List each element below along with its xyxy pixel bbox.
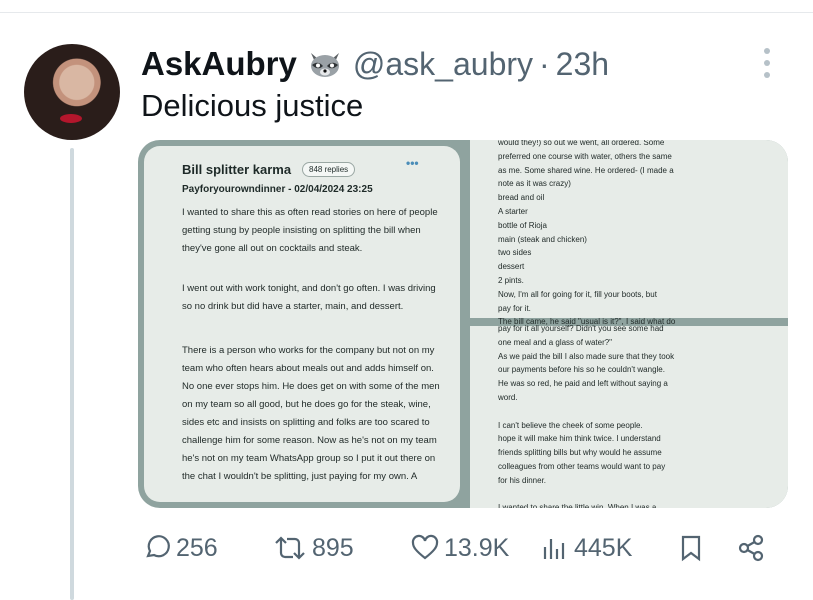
repost-button[interactable]: 895 xyxy=(272,526,354,570)
text-line: main (steak and chicken) xyxy=(498,234,587,244)
text-line: As we paid the bill I also made sure tha… xyxy=(498,351,675,361)
text-line: dessert xyxy=(498,262,525,272)
separator: · xyxy=(539,45,550,82)
text-line: our payments before his so he couldn't w… xyxy=(498,365,665,375)
handle[interactable]: @ask_aubry xyxy=(353,46,533,83)
more-options-icon[interactable] xyxy=(760,48,774,78)
views-icon xyxy=(543,539,565,559)
text-line xyxy=(498,488,768,502)
views-button[interactable]: 445K xyxy=(540,526,632,570)
like-button[interactable]: 13.9K xyxy=(410,526,509,570)
post-continuation: pay for it all yourself? Didn't you see … xyxy=(498,322,768,508)
text-line: bread and oil xyxy=(498,193,545,203)
bookmark-button[interactable] xyxy=(676,526,706,570)
text-line: Now, I'm all for going for it, fill your… xyxy=(498,289,657,299)
post-paragraph: I wanted to share this as often read sto… xyxy=(182,207,438,254)
text-line: as me. Some shared wine. He ordered- (I … xyxy=(498,165,674,175)
top-divider xyxy=(0,12,813,13)
reply-button[interactable]: 256 xyxy=(142,526,218,570)
text-line: A starter xyxy=(498,206,528,216)
text-line: pay for it all yourself? Didn't you see … xyxy=(498,324,664,333)
repost-icon xyxy=(275,536,305,560)
text-line: note as it was crazy) xyxy=(498,179,571,189)
text-line: friends splitting bills but why would he… xyxy=(498,448,662,458)
text-line: I wanted to share the little win. When I… xyxy=(498,503,657,508)
tweet-media[interactable]: Bill splitter karma 848 replies ••• Payf… xyxy=(138,140,788,508)
tweet-text: Delicious justice xyxy=(141,88,364,123)
text-line: two sides xyxy=(498,248,532,258)
like-count: 13.9K xyxy=(444,533,510,562)
reply-count: 256 xyxy=(176,533,218,562)
repost-count: 895 xyxy=(312,533,354,562)
text-line: I can't believe the cheek of some people… xyxy=(498,420,643,430)
text-line: would they!) so out we went, all ordered… xyxy=(498,140,665,147)
text-line xyxy=(498,405,768,419)
timestamp[interactable]: 23h xyxy=(556,46,609,83)
text-line: for his dinner. xyxy=(498,475,547,485)
bookmark-icon xyxy=(681,535,701,562)
tweet-header: AskAubry @ask_aubry · 23h xyxy=(141,44,609,84)
screenshot-card-right-top: would they!) so out we went, all ordered… xyxy=(470,140,788,326)
text-line: one meal and a glass of water?" xyxy=(498,337,613,347)
text-line: 2 pints. xyxy=(498,275,524,285)
display-name[interactable]: AskAubry xyxy=(141,45,297,83)
text-line: word. xyxy=(498,392,518,402)
screenshot-card-left: Bill splitter karma 848 replies ••• Payf… xyxy=(144,146,460,502)
reply-icon xyxy=(146,535,170,558)
text-line: pay for it. xyxy=(498,303,531,313)
post-meta: Payforyourowndinner - 02/04/2024 23:25 xyxy=(182,184,373,195)
post-continuation: would they!) so out we went, all ordered… xyxy=(498,140,768,329)
post-paragraph: I went out with work tonight, and don't … xyxy=(182,283,436,312)
action-bar: 256 895 13.9K 445K xyxy=(0,526,813,570)
post-paragraph: There is a person who works for the comp… xyxy=(182,345,440,482)
share-button[interactable] xyxy=(736,526,766,570)
text-line: colleagues from other teams would want t… xyxy=(498,461,666,471)
post-title: Bill splitter karma xyxy=(182,162,292,177)
heart-icon xyxy=(411,534,439,560)
raccoon-icon xyxy=(307,49,343,79)
text-line: He was so red, he paid and left without … xyxy=(498,379,668,389)
screenshot-card-right-bottom: pay for it all yourself? Didn't you see … xyxy=(470,324,788,508)
replies-badge: 848 replies xyxy=(302,162,356,177)
text-line: preferred one course with water, others … xyxy=(498,151,672,161)
avatar[interactable] xyxy=(24,44,120,140)
text-line: hope it will make him think twice. I und… xyxy=(498,434,661,444)
card-more-icon: ••• xyxy=(406,156,419,170)
view-count: 445K xyxy=(574,533,633,562)
text-line: bottle of Rioja xyxy=(498,220,547,230)
share-icon xyxy=(738,534,764,562)
